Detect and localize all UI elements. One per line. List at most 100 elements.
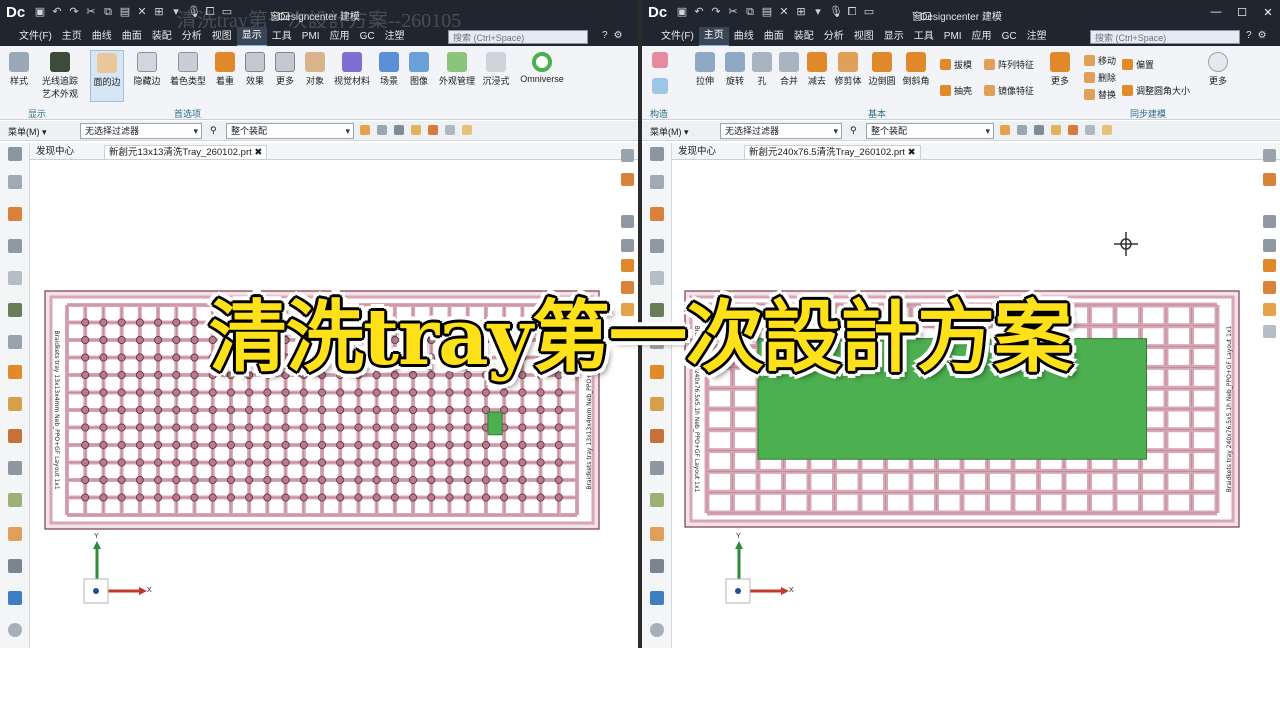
- select-icon[interactable]: [1017, 125, 1027, 135]
- raytrace-button[interactable]: 光线追踪 艺术外观: [38, 52, 82, 100]
- menu-curve[interactable]: 曲线: [87, 28, 117, 46]
- tab-part-file[interactable]: 新創元240x76.5清洗Tray_260102.prt ✖: [744, 145, 921, 159]
- cam-icon[interactable]: [8, 493, 22, 507]
- window-menu[interactable]: 窗口: [912, 8, 932, 23]
- tool-icon[interactable]: [8, 527, 22, 541]
- point-icon[interactable]: [1051, 125, 1061, 135]
- sensor-icon[interactable]: [8, 559, 22, 573]
- tab-discovery[interactable]: 发现中心: [674, 145, 720, 158]
- menu-view[interactable]: 视图: [849, 28, 879, 46]
- snap-more-icon[interactable]: [1085, 125, 1095, 135]
- shell-button[interactable]: 抽壳: [940, 84, 972, 97]
- select-icon[interactable]: [377, 125, 387, 135]
- unite-button[interactable]: 合并: [776, 52, 802, 87]
- object-button[interactable]: 对象: [302, 52, 328, 87]
- resize-blend-button[interactable]: 调整圆角大小: [1122, 84, 1190, 97]
- extrude-button[interactable]: 拉伸: [692, 52, 718, 87]
- close-tab-icon[interactable]: ✖: [908, 147, 916, 158]
- effects-button[interactable]: 效果: [242, 52, 268, 87]
- move-face-button[interactable]: 移动: [1084, 54, 1116, 67]
- maximize-icon[interactable]: ☐: [1236, 6, 1248, 19]
- process-icon[interactable]: [8, 429, 22, 443]
- offset-region-button[interactable]: 偏置: [1122, 58, 1154, 71]
- filter-icon[interactable]: ⚲: [850, 125, 857, 136]
- settings-icon[interactable]: [650, 147, 664, 161]
- help-icon[interactable]: ?: [602, 30, 608, 41]
- orient-icon[interactable]: [621, 239, 634, 252]
- menu-mold[interactable]: 注塑: [1022, 28, 1052, 46]
- menu-display[interactable]: 显示: [879, 28, 909, 46]
- mold-icon[interactable]: [8, 461, 22, 475]
- more-button[interactable]: 更多: [272, 52, 298, 87]
- point-icon[interactable]: [411, 125, 421, 135]
- scene-button[interactable]: 场景: [376, 52, 402, 87]
- search-input[interactable]: 搜索 (Ctrl+Space): [1090, 30, 1240, 44]
- menu-dropdown[interactable]: 菜单(M) ▾: [8, 125, 47, 138]
- ruler-icon[interactable]: [1263, 173, 1276, 186]
- mirror-feature-button[interactable]: 镜像特征: [984, 84, 1034, 97]
- image-button[interactable]: 图像: [406, 52, 432, 87]
- more-button[interactable]: 更多: [1046, 52, 1074, 87]
- cube-icon[interactable]: [462, 125, 472, 135]
- reuse-library-icon[interactable]: [650, 271, 664, 285]
- visual-material-button[interactable]: 视觉材料: [332, 52, 372, 87]
- tab-discovery[interactable]: 发现中心: [32, 145, 78, 158]
- lasso-icon[interactable]: [394, 125, 404, 135]
- menu-dropdown[interactable]: 菜单(M) ▾: [650, 125, 689, 138]
- menu-apps[interactable]: 应用: [325, 28, 355, 46]
- eye-icon[interactable]: [621, 149, 634, 162]
- emphasis-button[interactable]: 着重: [212, 52, 238, 87]
- window-menu[interactable]: 窗口: [270, 8, 290, 23]
- palette-icon[interactable]: [650, 397, 664, 411]
- cam-icon[interactable]: [650, 493, 664, 507]
- snap-icon[interactable]: [1000, 125, 1010, 135]
- scope-select[interactable]: 整个装配: [226, 123, 354, 139]
- clock-icon[interactable]: [8, 623, 22, 637]
- clock-icon[interactable]: [650, 623, 664, 637]
- menu-analysis[interactable]: 分析: [819, 28, 849, 46]
- globe-icon[interactable]: [650, 591, 664, 605]
- fit-icon[interactable]: [1263, 259, 1276, 272]
- face-edges-button[interactable]: 面的边: [90, 50, 124, 102]
- filter-icon[interactable]: ⚲: [210, 125, 217, 136]
- snap-icon[interactable]: [360, 125, 370, 135]
- filter-select[interactable]: 无选择过滤器: [720, 123, 842, 139]
- vertex-icon[interactable]: [428, 125, 438, 135]
- shading-type-button[interactable]: 着色类型: [168, 52, 208, 87]
- view-cube-icon[interactable]: [621, 215, 634, 228]
- menu-mold[interactable]: 注塑: [380, 28, 410, 46]
- search-input[interactable]: 搜索 (Ctrl+Space): [448, 30, 588, 44]
- pattern-feature-button[interactable]: 阵列特征: [984, 58, 1034, 71]
- settings-icon[interactable]: ⚙: [1258, 30, 1267, 41]
- tool-icon[interactable]: [650, 527, 664, 541]
- constraint-icon[interactable]: [650, 239, 664, 253]
- menu-gc[interactable]: GC: [355, 28, 380, 46]
- graphics-viewport[interactable]: Braidkets tray 240x76.5x5.1h Neb_PPO+GF …: [673, 161, 1259, 648]
- cube-icon[interactable]: [1102, 125, 1112, 135]
- snap-more-icon[interactable]: [445, 125, 455, 135]
- appearance-manager-button[interactable]: 外观管理: [436, 52, 478, 87]
- menu-pmi[interactable]: PMI: [939, 28, 967, 46]
- process-icon[interactable]: [650, 429, 664, 443]
- menu-home[interactable]: 主页: [57, 28, 87, 46]
- menu-assembly[interactable]: 装配: [789, 28, 819, 46]
- menu-file[interactable]: 文件(F): [656, 28, 699, 46]
- globe-icon[interactable]: [8, 591, 22, 605]
- eye-icon[interactable]: [1263, 149, 1276, 162]
- sketch-button[interactable]: [650, 52, 670, 70]
- menu-tools[interactable]: 工具: [267, 28, 297, 46]
- menu-tools[interactable]: 工具: [909, 28, 939, 46]
- revolve-button[interactable]: 旋转: [722, 52, 748, 87]
- scope-select[interactable]: 整个装配: [866, 123, 994, 139]
- menu-display[interactable]: 显示: [236, 27, 267, 47]
- menu-file[interactable]: 文件(F): [14, 28, 57, 46]
- ruler-icon[interactable]: [621, 173, 634, 186]
- help-icon[interactable]: ?: [1246, 30, 1252, 41]
- more-sync-button[interactable]: 更多: [1204, 52, 1232, 87]
- fit-icon[interactable]: [621, 259, 634, 272]
- menu-pmi[interactable]: PMI: [297, 28, 325, 46]
- menu-assembly[interactable]: 装配: [147, 28, 177, 46]
- lasso-icon[interactable]: [1034, 125, 1044, 135]
- part-navigator-icon[interactable]: [8, 175, 22, 189]
- subtract-button[interactable]: 减去: [804, 52, 830, 87]
